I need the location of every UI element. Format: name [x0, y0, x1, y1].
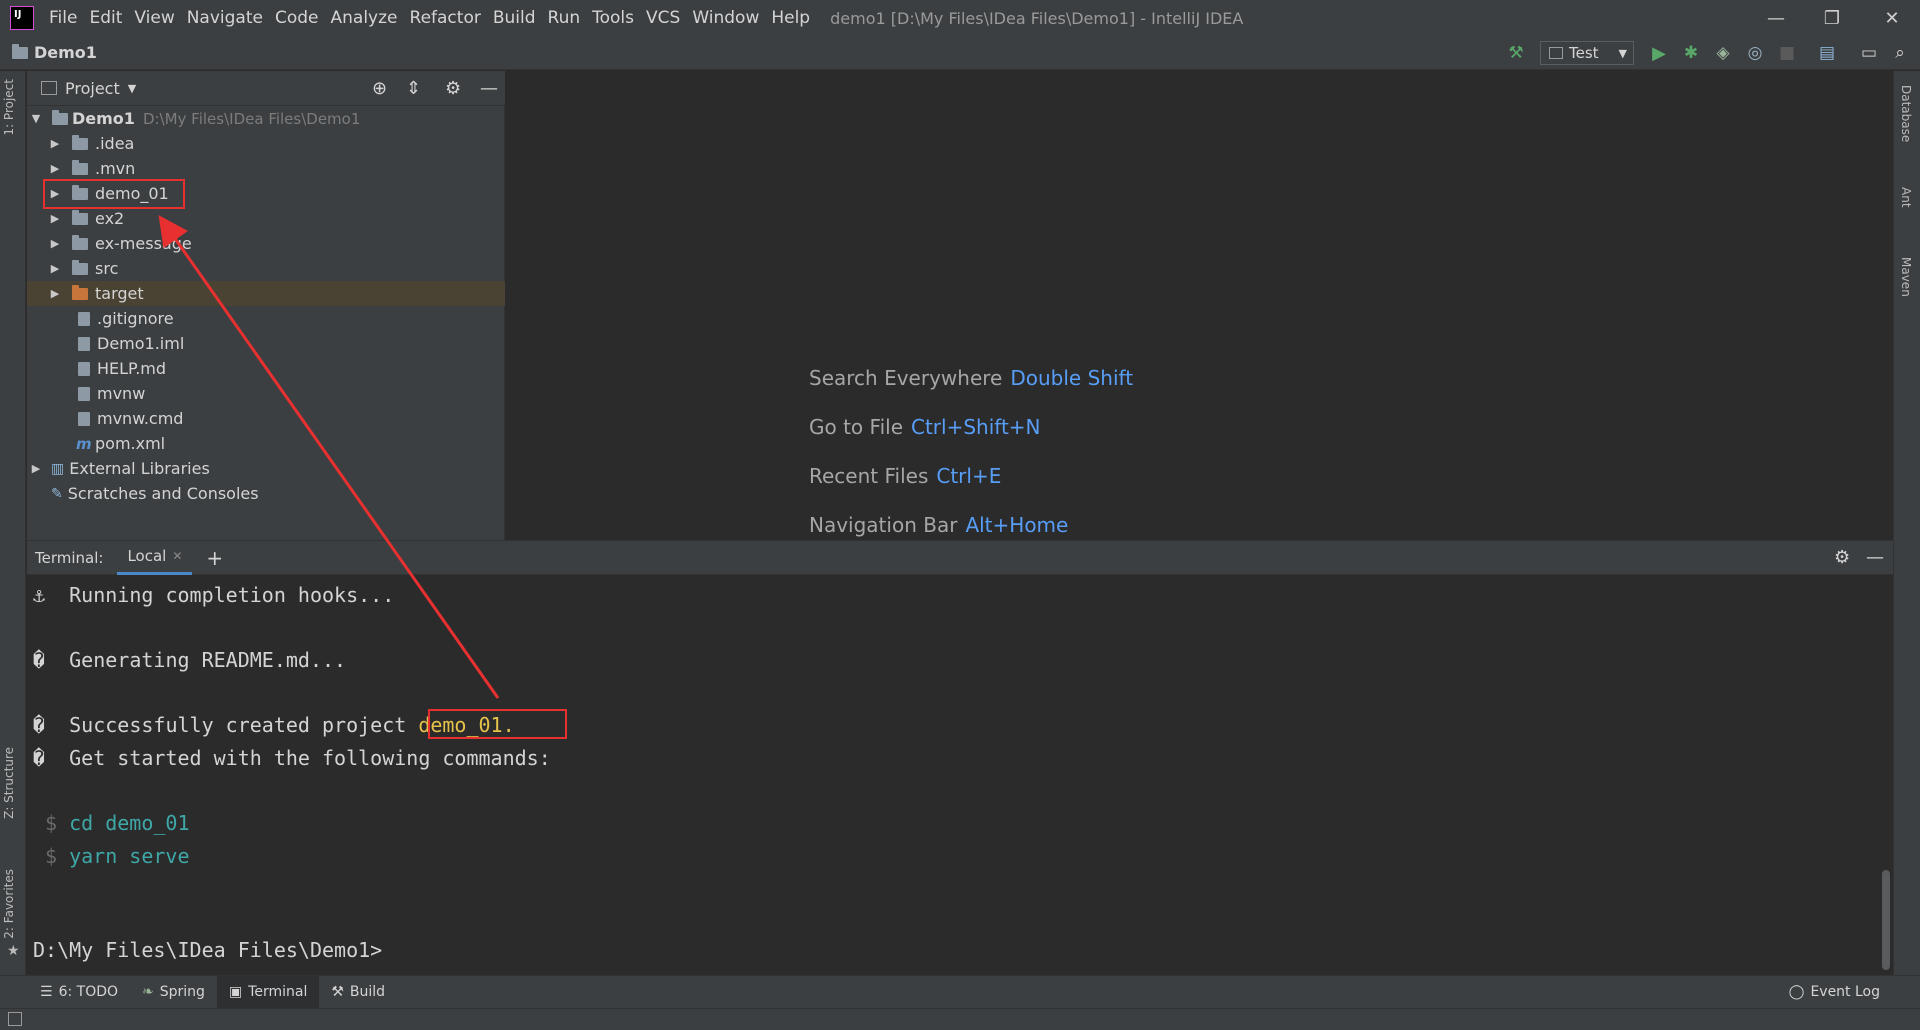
- annotation-arrow: [158, 215, 500, 699]
